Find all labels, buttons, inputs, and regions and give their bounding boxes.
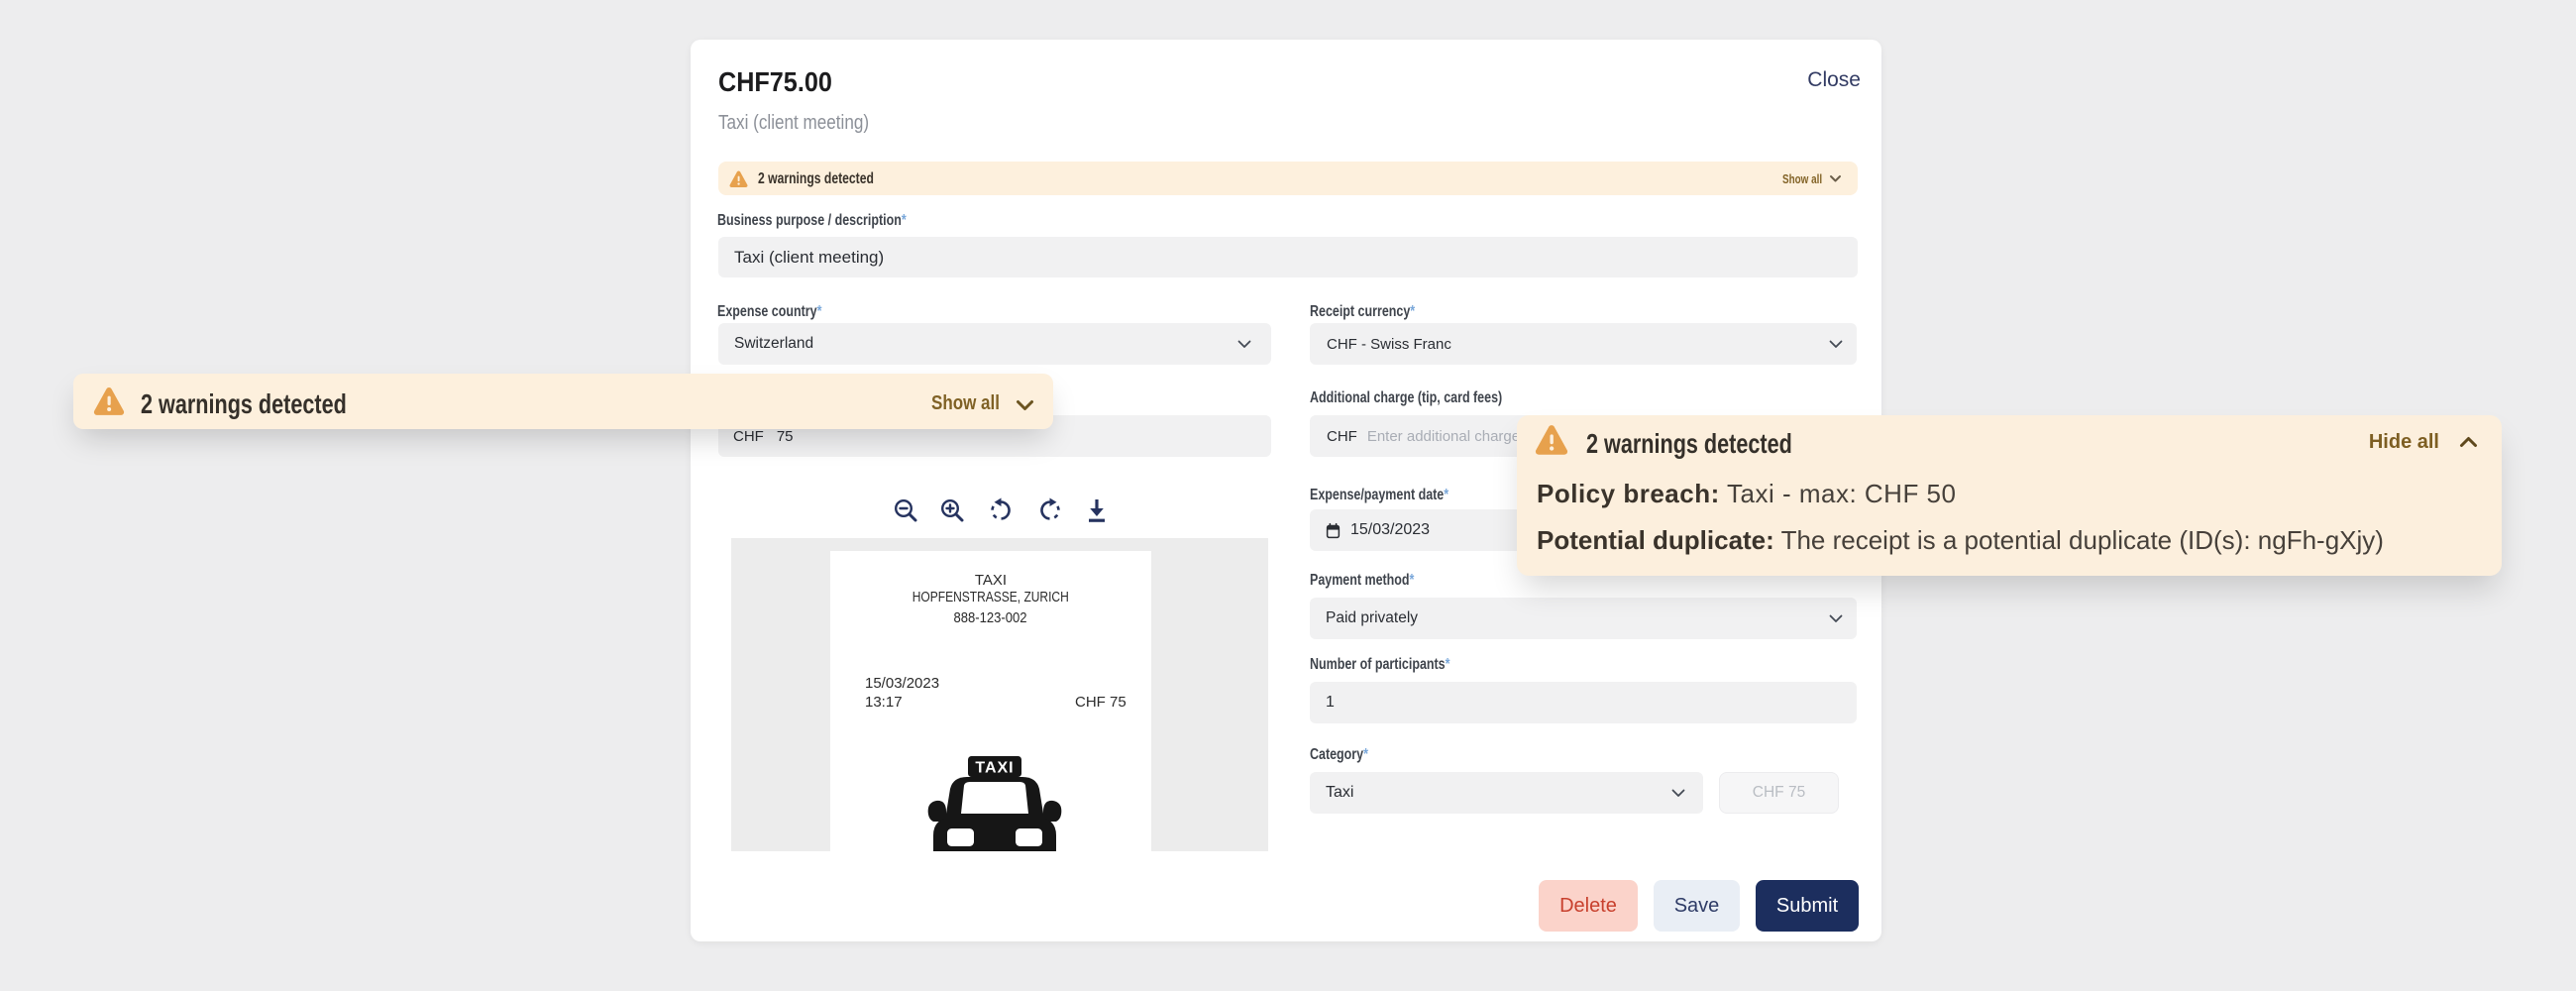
svg-text:TAXI: TAXI (975, 760, 1014, 777)
